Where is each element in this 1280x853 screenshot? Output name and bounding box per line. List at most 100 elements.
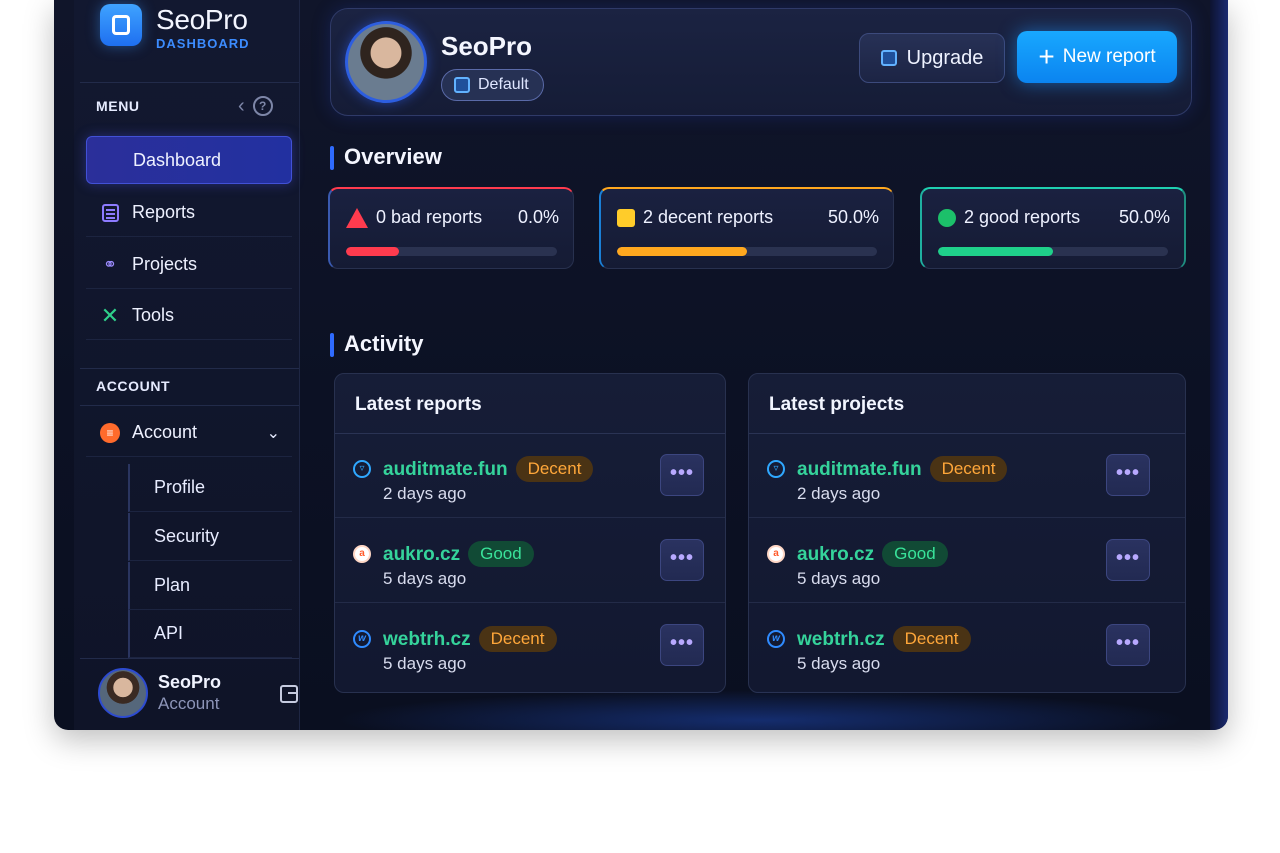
page-title: SeoPro — [441, 31, 533, 61]
avatar — [345, 21, 427, 103]
progress-bar — [346, 247, 557, 256]
latest-reports-panel: Latest reports ▿ auditmate.fun Decent 2 d… — [334, 373, 726, 693]
overview-title: Overview — [330, 144, 442, 170]
timestamp: 5 days ago — [383, 654, 467, 673]
timestamp: 5 days ago — [383, 569, 467, 588]
more-options-button[interactable]: ••• — [660, 539, 704, 581]
status-badge: Good — [882, 541, 948, 567]
progress-bar — [617, 247, 877, 256]
logout-icon[interactable] — [280, 685, 298, 703]
sidebar-item-reports[interactable]: Reports — [86, 189, 292, 237]
workspace-badge-label: Default — [478, 76, 529, 93]
upgrade-button-label: Upgrade — [906, 46, 984, 69]
divider — [80, 658, 299, 659]
status-badge: Decent — [515, 456, 594, 482]
status-badge: Decent — [478, 626, 557, 652]
stat-percent: 0.0% — [517, 207, 559, 227]
more-options-button[interactable]: ••• — [660, 624, 704, 666]
more-options-button[interactable]: ••• — [660, 454, 704, 496]
list-item[interactable]: ▿ auditmate.fun Decent 2 days ago ••• — [335, 434, 725, 518]
sidebar-subitem-api[interactable]: API — [128, 610, 292, 658]
aukro-site-icon: a — [353, 545, 371, 563]
sidebar-subitem-security[interactable]: Security — [128, 513, 292, 561]
reports-icon — [101, 203, 119, 222]
user-name: SeoPro — [158, 672, 222, 692]
list-item[interactable]: a aukro.cz Good 5 days ago ••• — [335, 519, 725, 603]
auditmate-site-icon: ▿ — [353, 460, 371, 478]
aukro-site-icon: a — [767, 545, 785, 563]
stat-label: 0 bad reports — [376, 207, 483, 227]
panel-title: Latest reports — [355, 394, 482, 415]
more-options-button[interactable]: ••• — [1106, 539, 1150, 581]
latest-projects-panel: Latest projects ▿ auditmate.fun Decent 2 … — [748, 373, 1186, 693]
more-options-button[interactable]: ••• — [1106, 624, 1150, 666]
site-link[interactable]: aukro.cz — [797, 544, 874, 565]
status-badge: Decent — [929, 456, 1008, 482]
chevron-down-icon: ⌄ — [266, 424, 280, 442]
divider — [80, 368, 299, 369]
webtrh-site-icon: w — [767, 630, 785, 648]
brand-logo-icon — [100, 4, 142, 46]
sidebar-item-label: Account — [132, 422, 198, 442]
stat-card-good[interactable]: 2 good reports 50.0% — [920, 187, 1186, 269]
stat-percent: 50.0% — [827, 207, 879, 227]
profile-header: SeoPro Default Upgrade + New report — [330, 8, 1192, 116]
box-icon — [454, 77, 470, 93]
list-item[interactable]: w webtrh.cz Decent 5 days ago ••• — [749, 604, 1185, 688]
help-icon[interactable]: ? — [252, 96, 273, 116]
sidebar: SeoPro DASHBOARD MENU ‹ ? Dashboard Repo… — [74, 0, 300, 730]
window-edge — [1210, 0, 1228, 730]
stat-percent: 50.0% — [1118, 207, 1170, 227]
warning-triangle-icon — [346, 207, 368, 228]
workspace-badge[interactable]: Default — [441, 69, 544, 101]
more-options-button[interactable]: ••• — [1106, 454, 1150, 496]
sidebar-item-tools[interactable]: ✕ Tools — [86, 292, 292, 340]
projects-icon: ⚭ — [102, 254, 118, 274]
brand[interactable]: SeoPro DASHBOARD — [100, 4, 250, 74]
divider — [80, 82, 299, 83]
list-item[interactable]: a aukro.cz Good 5 days ago ••• — [749, 519, 1185, 603]
timestamp: 5 days ago — [797, 569, 881, 588]
sidebar-item-label: Projects — [132, 254, 198, 274]
activity-title: Activity — [330, 331, 423, 357]
sidebar-item-label: Reports — [132, 202, 196, 222]
status-badge: Decent — [892, 626, 971, 652]
timestamp: 2 days ago — [383, 484, 467, 503]
sidebar-item-dashboard[interactable]: Dashboard — [86, 136, 292, 184]
site-link[interactable]: auditmate.fun — [797, 459, 922, 480]
app-window: SeoPro DASHBOARD MENU ‹ ? Dashboard Repo… — [54, 0, 1228, 730]
plus-icon: + — [1038, 41, 1055, 72]
collapse-sidebar-icon[interactable]: ‹ — [238, 96, 245, 116]
new-report-button[interactable]: + New report — [1017, 31, 1177, 83]
sidebar-item-account[interactable]: ≡ Account ⌄ — [86, 409, 292, 457]
stat-label: 2 decent reports — [643, 207, 774, 227]
timestamp: 5 days ago — [797, 654, 881, 673]
account-section-label: ACCOUNT — [96, 378, 171, 394]
stat-card-bad[interactable]: 0 bad reports 0.0% — [328, 187, 574, 269]
stat-card-decent[interactable]: 2 decent reports 50.0% — [599, 187, 894, 269]
progress-fill — [938, 247, 1053, 256]
site-link[interactable]: webtrh.cz — [797, 629, 885, 650]
list-item[interactable]: ▿ auditmate.fun Decent 2 days ago ••• — [749, 434, 1185, 518]
box-icon — [880, 50, 897, 66]
sidebar-item-label: Dashboard — [133, 149, 222, 170]
new-report-button-label: New report — [1062, 46, 1156, 67]
account-icon: ≡ — [100, 422, 120, 443]
sidebar-subitem-profile[interactable]: Profile — [128, 464, 292, 512]
user-card[interactable]: SeoPro Account — [98, 668, 221, 718]
dashboard-icon — [101, 150, 121, 170]
brand-name: SeoPro — [156, 4, 248, 35]
upgrade-button[interactable]: Upgrade — [859, 33, 1005, 83]
progress-fill — [346, 247, 399, 256]
sidebar-subitem-plan[interactable]: Plan — [128, 562, 292, 610]
site-link[interactable]: aukro.cz — [383, 544, 460, 565]
list-item[interactable]: w webtrh.cz Decent 5 days ago ••• — [335, 604, 725, 688]
user-role: Account — [158, 694, 220, 713]
sidebar-item-projects[interactable]: ⚭ Projects — [86, 241, 292, 289]
webtrh-site-icon: w — [353, 630, 371, 648]
site-link[interactable]: webtrh.cz — [383, 629, 471, 650]
divider — [80, 405, 299, 406]
green-dot-icon — [938, 208, 956, 227]
avatar — [98, 668, 148, 718]
site-link[interactable]: auditmate.fun — [383, 459, 508, 480]
